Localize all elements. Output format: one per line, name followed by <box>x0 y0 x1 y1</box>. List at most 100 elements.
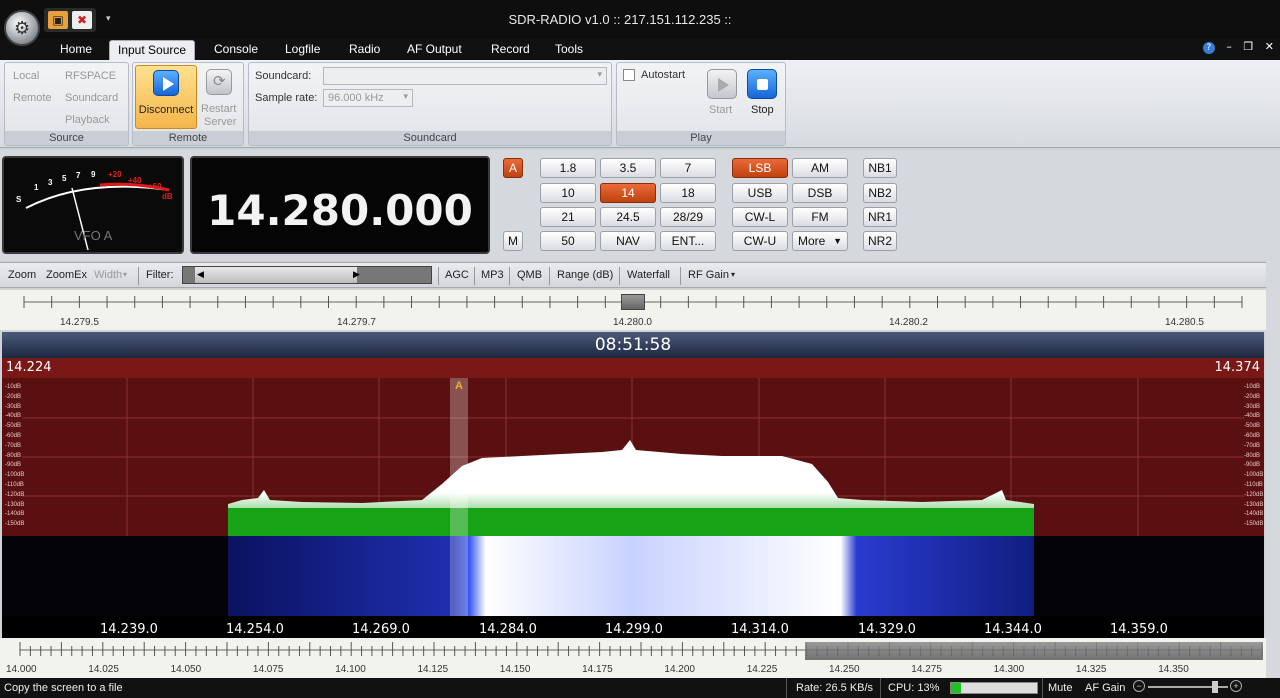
mode-button-cwl[interactable]: CW-L <box>732 207 788 227</box>
sample-rate-select[interactable]: 96.000 kHz ▾ <box>323 89 413 107</box>
autostart-label: Autostart <box>641 69 686 81</box>
tab-logfile[interactable]: Logfile <box>277 40 328 60</box>
s-meter: S 1 3 5 7 9 +20 +40 +60 dB VFO A <box>2 156 184 254</box>
nb1-button[interactable]: NB1 <box>863 158 897 178</box>
tab-home[interactable]: Home <box>52 40 100 60</box>
af-gain-thumb[interactable] <box>1212 681 1218 693</box>
vfo-marker[interactable]: A <box>455 380 463 392</box>
nb2-button[interactable]: NB2 <box>863 183 897 203</box>
restore-icon[interactable]: ❐ <box>1243 40 1253 53</box>
app-menu-button[interactable]: ⚙ <box>4 10 40 46</box>
nr2-button[interactable]: NR2 <box>863 231 897 251</box>
clock-bar: 08:51:58 <box>2 332 1264 358</box>
plus-icon[interactable]: + <box>1230 680 1242 692</box>
overview-label: 14.350 <box>1158 664 1189 675</box>
filter-right-handle[interactable]: ▶ <box>353 269 360 280</box>
overview-visible-range[interactable] <box>805 642 1263 660</box>
tab-af-output[interactable]: AF Output <box>399 40 470 60</box>
rf-gain-button[interactable]: RF Gain <box>688 269 729 281</box>
db-label: -50dB <box>5 423 22 430</box>
source-soundcard[interactable]: Soundcard <box>65 92 118 104</box>
range-button[interactable]: Range (dB) <box>557 269 613 281</box>
db-label: -50dB <box>1244 423 1261 430</box>
source-remote[interactable]: Remote <box>13 92 52 104</box>
mode-more-button[interactable]: More ▼ <box>792 231 848 251</box>
source-playback[interactable]: Playback <box>65 114 110 126</box>
overview-label: 14.100 <box>335 664 366 675</box>
scrollbar[interactable] <box>1266 150 1280 678</box>
axis-label: 14.299.0 <box>605 622 663 637</box>
mute-button[interactable]: Mute <box>1048 682 1072 694</box>
start-label: Start <box>709 104 733 116</box>
soundcard-select[interactable]: ▾ <box>323 67 607 85</box>
tab-console[interactable]: Console <box>206 40 266 60</box>
band-button[interactable]: 7 <box>660 158 716 178</box>
disconnect-button[interactable]: Disconnect <box>135 65 197 129</box>
meter-plus40: +40 <box>128 176 142 185</box>
meter-plus20: +20 <box>108 170 122 179</box>
band-button[interactable]: 1.8 <box>540 158 596 178</box>
autostart-checkbox[interactable] <box>623 69 635 81</box>
band-button[interactable]: ENT... <box>660 231 716 251</box>
band-overview-ruler[interactable]: 14.000 14.025 14.050 14.075 14.100 14.125 14.1… <box>0 638 1280 678</box>
mode-button-fm[interactable]: FM <box>792 207 848 227</box>
band-button-active[interactable]: 14 <box>600 183 656 203</box>
spectrum-display[interactable] <box>2 358 1264 536</box>
mode-button-usb[interactable]: USB <box>732 183 788 203</box>
status-divider <box>880 678 881 698</box>
axis-label: 14.359.0 <box>1110 622 1168 637</box>
vfo-m-button[interactable]: M <box>503 231 523 251</box>
minimize-icon[interactable]: – <box>1226 40 1232 53</box>
overview-label: 14.300 <box>993 664 1025 675</box>
width-button[interactable]: Width <box>94 269 122 281</box>
tune-thumb[interactable] <box>621 294 645 310</box>
tab-input-source[interactable]: Input Source <box>109 40 196 60</box>
mode-button-cwu[interactable]: CW-U <box>732 231 788 251</box>
db-label: -100dB <box>5 472 25 479</box>
mode-button-lsb[interactable]: LSB <box>732 158 788 178</box>
mp3-button[interactable]: MP3 <box>481 269 504 281</box>
nr1-button[interactable]: NR1 <box>863 207 897 227</box>
axis-label: 14.284.0 <box>479 622 537 637</box>
source-local[interactable]: Local <box>13 70 39 82</box>
zoom-button[interactable]: Zoom <box>8 269 36 281</box>
help-icon[interactable]: ? <box>1202 42 1215 54</box>
stop-button[interactable] <box>747 69 777 99</box>
overview-label: 14.175 <box>582 664 613 675</box>
zoomex-button[interactable]: ZoomEx <box>46 269 87 281</box>
agc-button[interactable]: AGC <box>445 269 469 281</box>
filter-passband[interactable] <box>195 267 357 283</box>
mode-button-am[interactable]: AM <box>792 158 848 178</box>
filter-slider[interactable]: ◀ ▶ <box>182 266 432 284</box>
waterfall-button[interactable]: Waterfall <box>627 269 670 281</box>
band-button[interactable]: NAV <box>600 231 656 251</box>
stop-icon <box>757 79 768 90</box>
start-button[interactable] <box>707 69 737 99</box>
frequency-display[interactable]: 14.280.000 <box>190 156 490 254</box>
qmb-button[interactable]: QMB <box>517 269 542 281</box>
close-icon[interactable]: ✕ <box>1265 40 1274 53</box>
window-title: SDR-RADIO v1.0 :: 217.151.112.235 :: <box>508 12 732 27</box>
fine-tune-ruler[interactable]: 14.279.5 14.279.7 14.280.0 14.280.2 14.2… <box>0 290 1280 330</box>
band-button[interactable]: 18 <box>660 183 716 203</box>
band-button[interactable]: 50 <box>540 231 596 251</box>
band-button[interactable]: 28/29 <box>660 207 716 227</box>
axis-label: 14.329.0 <box>858 622 916 637</box>
tab-radio[interactable]: Radio <box>341 40 388 60</box>
mode-button-dsb[interactable]: DSB <box>792 183 848 203</box>
tab-tools[interactable]: Tools <box>547 40 591 60</box>
band-button[interactable]: 10 <box>540 183 596 203</box>
tab-record[interactable]: Record <box>483 40 538 60</box>
band-button[interactable]: 3.5 <box>600 158 656 178</box>
vfo-a-button[interactable]: A <box>503 158 523 178</box>
refresh-icon[interactable]: ⟳ <box>206 69 232 95</box>
waterfall-display[interactable] <box>2 536 1264 616</box>
band-button[interactable]: 21 <box>540 207 596 227</box>
source-rfspace[interactable]: RFSPACE <box>65 70 116 82</box>
filter-left-handle[interactable]: ◀ <box>197 269 204 280</box>
minus-icon[interactable]: − <box>1133 680 1145 692</box>
restart-label-1[interactable]: Restart <box>201 103 236 115</box>
db-label: -40dB <box>1244 413 1261 420</box>
db-label: -20dB <box>1244 393 1261 400</box>
band-button[interactable]: 24.5 <box>600 207 656 227</box>
